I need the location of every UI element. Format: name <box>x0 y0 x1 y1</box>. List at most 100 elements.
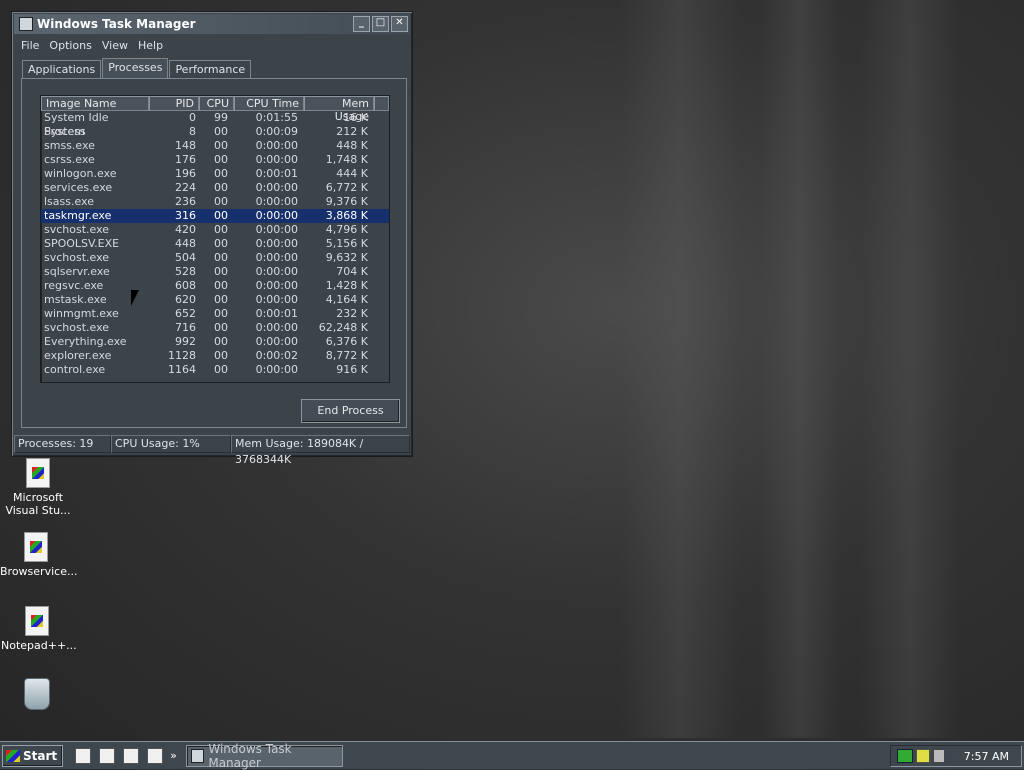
tray-app-icon[interactable] <box>916 749 930 763</box>
table-row[interactable]: smss.exe 148 00 0:00:00 448 K <box>41 139 389 153</box>
cell-mem-usage: 704 K <box>336 265 368 278</box>
title-bar[interactable]: Windows Task Manager _ □ ✕ <box>14 14 410 34</box>
cell-cpu-time: 0:00:00 <box>255 321 298 334</box>
cell-cpu-time: 0:00:00 <box>255 153 298 166</box>
taskbar-button-task-manager[interactable]: Windows Task Manager <box>185 741 343 770</box>
clock[interactable]: 7:57 AM <box>964 750 1009 763</box>
table-row[interactable]: taskmgr.exe 316 00 0:00:00 3,868 K <box>41 209 389 223</box>
cell-cpu: 00 <box>214 209 228 222</box>
windows-logo-icon <box>6 749 20 762</box>
cell-pid: 652 <box>175 307 196 320</box>
quick-launch-more-icon[interactable]: » <box>170 749 177 762</box>
cell-cpu: 00 <box>214 363 228 376</box>
desktop-icon-label: Browservice... <box>0 565 78 578</box>
desktop-icon-browservice[interactable]: Browservice... <box>0 532 77 578</box>
table-row[interactable]: System 8 00 0:00:09 212 K <box>41 125 389 139</box>
maximize-button[interactable]: □ <box>372 16 389 32</box>
task-manager-window: Windows Task Manager _ □ ✕ File Options … <box>11 11 413 466</box>
column-cpu-time[interactable]: CPU Time <box>234 96 304 111</box>
network-icon[interactable] <box>897 749 913 763</box>
quick-launch-app-icon[interactable] <box>99 747 116 764</box>
taskbar: Start » Windows Task Manager 7:57 AM <box>0 741 1024 770</box>
table-row[interactable]: control.exe 1164 00 0:00:00 916 K <box>41 363 389 377</box>
process-list[interactable]: Image Name PID CPU CPU Time Mem Usage Sy… <box>40 95 390 383</box>
menu-bar: File Options View Help <box>12 36 412 54</box>
cell-image-name: svchost.exe <box>44 321 110 334</box>
task-manager-icon <box>190 748 205 763</box>
column-mem-usage[interactable]: Mem Usage <box>304 96 374 123</box>
cell-pid: 316 <box>175 209 196 222</box>
desktop-icon-visual-studio[interactable]: Microsoft Visual Stu... <box>2 458 74 517</box>
minimize-button[interactable]: _ <box>353 16 370 32</box>
cell-pid: 608 <box>175 279 196 292</box>
cell-image-name: explorer.exe <box>44 349 112 362</box>
cell-image-name: smss.exe <box>44 139 95 152</box>
tab-performance[interactable]: Performance <box>169 60 252 80</box>
desktop-icon-recycle-bin[interactable] <box>1 678 73 710</box>
cell-image-name: svchost.exe <box>44 251 110 264</box>
tab-processes[interactable]: Processes <box>102 58 169 78</box>
table-row[interactable]: explorer.exe 1128 00 0:00:02 8,772 K <box>41 349 389 363</box>
cell-mem-usage: 6,376 K <box>325 335 368 348</box>
close-button[interactable]: ✕ <box>391 16 408 32</box>
table-row[interactable]: csrss.exe 176 00 0:00:00 1,748 K <box>41 153 389 167</box>
cell-pid: 1164 <box>168 363 196 376</box>
cell-mem-usage: 5,156 K <box>325 237 368 250</box>
status-cpu-usage: CPU Usage: 1% <box>111 435 231 453</box>
cell-image-name: csrss.exe <box>44 153 95 166</box>
table-row[interactable]: winmgmt.exe 652 00 0:00:01 232 K <box>41 307 389 321</box>
cell-cpu-time: 0:00:00 <box>255 265 298 278</box>
cell-mem-usage: 62,248 K <box>318 321 368 334</box>
column-image-name[interactable]: Image Name <box>41 96 149 111</box>
processes-panel: Image Name PID CPU CPU Time Mem Usage Sy… <box>21 78 407 428</box>
table-row[interactable]: Everything.exe 992 00 0:00:00 6,376 K <box>41 335 389 349</box>
cell-mem-usage: 444 K <box>336 167 368 180</box>
application-icon <box>25 606 49 636</box>
start-button[interactable]: Start <box>2 744 64 767</box>
tray-app-icon[interactable] <box>933 749 945 763</box>
table-row[interactable]: mstask.exe 620 00 0:00:00 4,164 K <box>41 293 389 307</box>
table-row[interactable]: svchost.exe 420 00 0:00:00 4,796 K <box>41 223 389 237</box>
cell-image-name: sqlservr.exe <box>44 265 110 278</box>
table-row[interactable]: lsass.exe 236 00 0:00:00 9,376 K <box>41 195 389 209</box>
cell-mem-usage: 4,164 K <box>325 293 368 306</box>
end-process-button[interactable]: End Process <box>301 399 400 423</box>
cell-cpu-time: 0:00:00 <box>255 237 298 250</box>
table-row[interactable]: SPOOLSV.EXE 448 00 0:00:00 5,156 K <box>41 237 389 251</box>
table-row[interactable]: System Idle Process 0 99 0:01:55 16 K <box>41 111 389 138</box>
menu-options[interactable]: Options <box>44 39 96 52</box>
cell-pid: 716 <box>175 321 196 334</box>
desktop-icon-label: Microsoft Visual Stu... <box>5 491 71 517</box>
column-pid[interactable]: PID <box>149 96 199 111</box>
status-mem-usage: Mem Usage: 189084K / 3768344K <box>231 435 410 466</box>
cell-cpu: 00 <box>214 153 228 166</box>
cell-mem-usage: 212 K <box>336 125 368 138</box>
cell-cpu-time: 0:00:00 <box>255 139 298 152</box>
table-row[interactable]: services.exe 224 00 0:00:00 6,772 K <box>41 181 389 195</box>
cell-mem-usage: 916 K <box>336 363 368 376</box>
cell-mem-usage: 4,796 K <box>325 223 368 236</box>
menu-view[interactable]: View <box>97 39 133 52</box>
table-row[interactable]: sqlservr.exe 528 00 0:00:00 704 K <box>41 265 389 279</box>
taskbar-button-label: Windows Task Manager <box>208 741 292 770</box>
table-row[interactable]: svchost.exe 716 00 0:00:00 62,248 K <box>41 321 389 335</box>
cell-pid: 448 <box>175 237 196 250</box>
table-row[interactable]: winlogon.exe 196 00 0:00:01 444 K <box>41 167 389 181</box>
column-cpu[interactable]: CPU <box>199 96 234 111</box>
menu-file[interactable]: File <box>16 39 44 52</box>
recycle-bin-icon <box>24 678 50 710</box>
cell-image-name: svchost.exe <box>44 223 110 236</box>
process-rows: System Idle Process 0 99 0:01:55 16 K System 8… <box>41 111 389 377</box>
tab-applications[interactable]: Applications <box>22 60 102 80</box>
table-row[interactable]: regsvc.exe 608 00 0:00:00 1,428 K <box>41 279 389 293</box>
quick-launch-app-icon[interactable] <box>75 747 92 764</box>
cell-cpu-time: 0:00:00 <box>255 279 298 292</box>
quick-launch-app-icon[interactable] <box>123 747 140 764</box>
cell-cpu: 00 <box>214 139 228 152</box>
quick-launch-app-icon[interactable] <box>147 747 164 764</box>
menu-help[interactable]: Help <box>133 39 168 52</box>
cell-cpu-time: 0:00:00 <box>255 293 298 306</box>
cell-mem-usage: 16 K <box>343 111 368 124</box>
desktop-icon-notepadpp[interactable]: Notepad++... <box>1 606 77 652</box>
table-row[interactable]: svchost.exe 504 00 0:00:00 9,632 K <box>41 251 389 265</box>
